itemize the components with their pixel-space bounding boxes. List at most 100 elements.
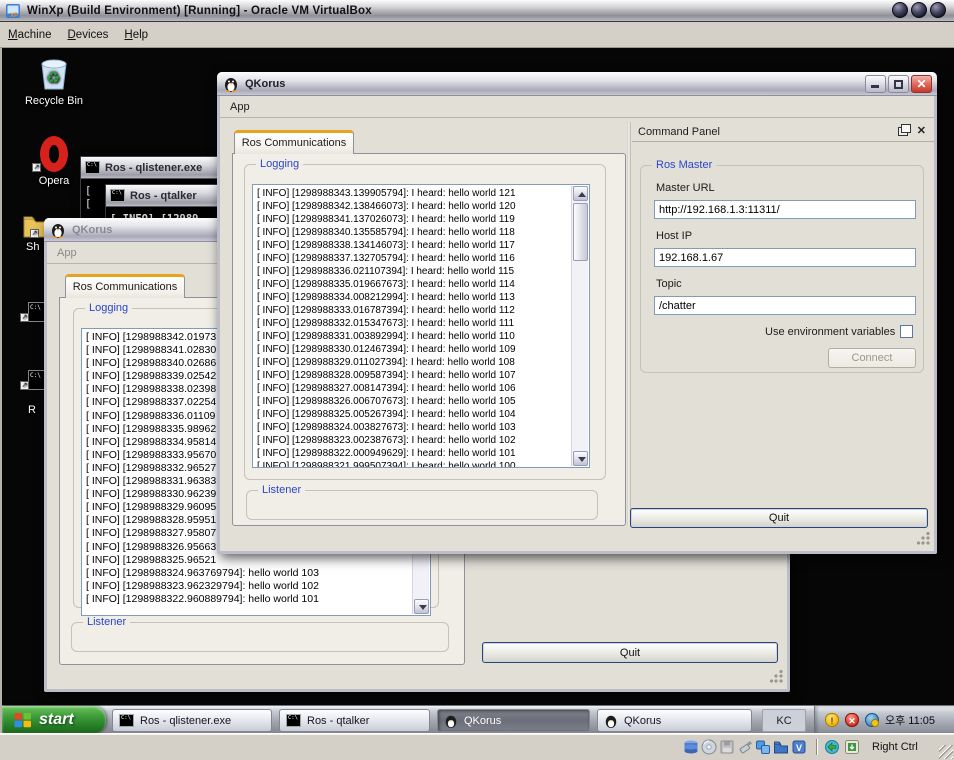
host-key-label: Right Ctrl <box>872 741 918 753</box>
dock-close-icon[interactable]: ✕ <box>917 126 926 137</box>
task-button-qlistener[interactable]: C:\ Ros - qlistener.exe <box>112 709 272 732</box>
task-label: QKorus <box>624 714 662 727</box>
quit-button[interactable]: Quit <box>630 508 928 528</box>
shortcut-arrow-icon: ↗ <box>20 313 29 322</box>
virtualbox-window: XP WinXp (Build Environment) [Running] -… <box>0 0 954 760</box>
desktop-icon-recycle-bin[interactable]: ♻ Recycle Bin <box>16 54 92 107</box>
ros-master-group-label: Ros Master <box>652 159 717 171</box>
master-url-input[interactable] <box>654 200 916 219</box>
start-label: start <box>39 711 74 728</box>
restore-icon[interactable] <box>911 2 927 18</box>
task-button-qkorus[interactable]: QKorus <box>597 709 752 732</box>
cmd-icon: C:\ <box>119 714 134 727</box>
dock-splitter[interactable] <box>627 122 631 526</box>
task-button-qkorus-active[interactable]: QKorus <box>437 709 590 732</box>
svg-text:V: V <box>796 743 802 753</box>
security-error-icon[interactable]: ✕ <box>845 713 859 727</box>
start-button[interactable]: start <box>2 706 106 733</box>
penguin-icon <box>52 223 64 238</box>
cdrom-status-icon[interactable] <box>701 739 717 755</box>
listener-group-label: Listener <box>83 616 131 628</box>
menu-help[interactable]: Help <box>124 29 148 41</box>
command-panel-title: Command Panel <box>638 125 720 138</box>
network-status-icon[interactable] <box>755 739 771 755</box>
shortcut-arrow-icon: ↗ <box>30 229 39 238</box>
vm-display-status-icon[interactable]: V <box>791 739 807 755</box>
taskbar: start C:\ Ros - qlistener.exe C:\ Ros - … <box>2 705 954 733</box>
resize-grip[interactable] <box>917 532 930 545</box>
maximize-icon[interactable] <box>888 75 909 93</box>
cmd-icon: C:\ <box>110 189 125 202</box>
penguin-icon <box>605 715 617 728</box>
tab-label: Ros Communications <box>72 281 178 293</box>
cmd-icon: C:\ <box>286 714 301 727</box>
qkorus-window-front: QKorus ✕ App Ros Communications Logging … <box>217 72 937 554</box>
ros-master-groupbox <box>640 165 924 373</box>
recycle-bin-icon: ♻ <box>41 59 67 90</box>
dock-float-icon[interactable] <box>898 124 911 136</box>
logging-group-label: Logging <box>256 158 304 170</box>
statusbar-separator <box>816 739 818 755</box>
floppy-status-icon[interactable] <box>719 739 735 755</box>
desktop-icon-label: Recycle Bin <box>24 95 84 107</box>
resize-grip[interactable] <box>770 670 783 683</box>
window-title: QKorus <box>72 223 113 236</box>
menu-app[interactable]: App <box>57 247 77 259</box>
close-icon[interactable] <box>930 2 946 18</box>
app-menubar: App <box>220 96 934 118</box>
scroll-down-icon[interactable] <box>573 451 588 466</box>
log-scrollbar[interactable] <box>571 186 588 466</box>
tab-ros-communications[interactable]: Ros Communications <box>65 274 185 298</box>
harddisk-status-icon[interactable] <box>683 739 699 755</box>
env-variables-label: Use environment variables <box>765 326 896 338</box>
virtualbox-vm-icon: XP <box>6 3 20 19</box>
minimize-icon[interactable] <box>892 2 908 18</box>
window-titlebar[interactable]: QKorus ✕ <box>217 72 937 96</box>
topic-input[interactable] <box>654 296 916 315</box>
shortcut-arrow-icon: ↗ <box>32 163 41 172</box>
minimize-icon[interactable] <box>865 75 886 93</box>
tab-label: Ros Communications <box>241 137 347 149</box>
host-ip-label: Host IP <box>656 230 693 242</box>
window-title: QKorus <box>245 77 286 90</box>
opera-icon <box>40 136 68 172</box>
log-list[interactable]: [ INFO] [1298988343.139905794]: I heard:… <box>252 184 590 468</box>
mouse-integration-status-icon[interactable] <box>824 739 840 755</box>
scroll-down-icon[interactable] <box>414 599 429 614</box>
menu-devices[interactable]: Devices <box>67 29 108 41</box>
host-ip-input[interactable] <box>654 248 916 267</box>
task-label: Ros - qtalker <box>307 714 370 727</box>
connect-button[interactable]: Connect <box>828 348 916 368</box>
vm-screen: ♻ Recycle Bin ↗ Opera ↗ Sh C:\ ↗ C:\ ↗ R… <box>0 48 954 733</box>
close-icon[interactable]: ✕ <box>911 75 932 93</box>
svg-text:XP: XP <box>10 13 18 19</box>
task-label: QKorus <box>464 714 502 727</box>
master-url-label: Master URL <box>656 182 715 194</box>
usb-status-icon[interactable] <box>737 739 753 755</box>
vbox-menubar: Machine Devices Help <box>0 22 954 48</box>
auto-resize-status-icon[interactable] <box>844 739 860 755</box>
menu-machine[interactable]: Machine <box>8 29 51 41</box>
vbox-statusbar: V Right Ctrl <box>0 733 954 760</box>
shared-folders-status-icon[interactable] <box>773 739 789 755</box>
topic-label: Topic <box>656 278 682 290</box>
tab-ros-communications[interactable]: Ros Communications <box>234 130 354 154</box>
scrollbar-thumb[interactable] <box>573 203 588 261</box>
vbox-resize-grip[interactable] <box>939 745 953 759</box>
console-title: Ros - qlistener.exe <box>105 161 203 174</box>
taskbar-clock: 오후 11:05 <box>885 715 936 727</box>
log-lines: [ INFO] [1298988343.139905794]: I heard:… <box>257 188 516 467</box>
quit-button[interactable]: Quit <box>482 642 778 663</box>
network-status-icon[interactable] <box>865 713 879 727</box>
task-button-qtalker[interactable]: C:\ Ros - qtalker <box>279 709 430 732</box>
scroll-up-icon[interactable] <box>573 186 588 201</box>
command-panel-titlebar[interactable]: Command Panel ✕ <box>632 122 934 142</box>
vbox-titlebar[interactable]: XP WinXp (Build Environment) [Running] -… <box>0 0 954 22</box>
language-indicator[interactable]: KC <box>762 709 806 732</box>
menu-app[interactable]: App <box>230 101 250 113</box>
penguin-icon <box>225 77 237 92</box>
console-title: Ros - qtalker <box>130 189 197 202</box>
windows-logo-icon <box>14 713 31 728</box>
env-variables-checkbox[interactable] <box>900 325 913 338</box>
security-warning-icon[interactable]: ! <box>825 713 839 727</box>
